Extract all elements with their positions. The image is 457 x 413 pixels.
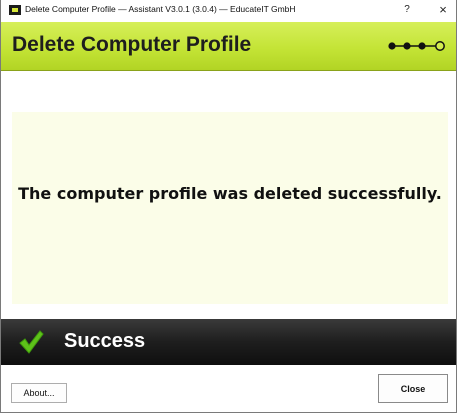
window-title: Delete Computer Profile — Assistant V3.0… xyxy=(25,4,296,14)
step-dot-4 xyxy=(435,41,445,51)
result-message: The computer profile was deleted success… xyxy=(18,184,442,203)
window-close-button[interactable]: × xyxy=(428,0,456,22)
step-dot-1 xyxy=(388,42,396,50)
step-dot-3 xyxy=(418,42,426,50)
app-icon xyxy=(9,5,21,15)
step-dot-2 xyxy=(403,42,411,50)
title-bar: Delete Computer Profile — Assistant V3.0… xyxy=(1,0,456,22)
status-bar: Success xyxy=(1,319,456,365)
about-button[interactable]: About... xyxy=(11,383,67,403)
status-text: Success xyxy=(64,330,146,352)
page-title: Delete Computer Profile xyxy=(12,33,252,56)
page-header: Delete Computer Profile xyxy=(1,22,456,71)
content-panel: The computer profile was deleted success… xyxy=(12,112,448,304)
checkmark-icon xyxy=(19,330,44,354)
step-progress-indicator xyxy=(388,41,445,51)
assistant-window: Delete Computer Profile — Assistant V3.0… xyxy=(0,0,457,413)
close-button[interactable]: Close xyxy=(378,374,448,403)
help-button[interactable]: ? xyxy=(392,0,422,22)
